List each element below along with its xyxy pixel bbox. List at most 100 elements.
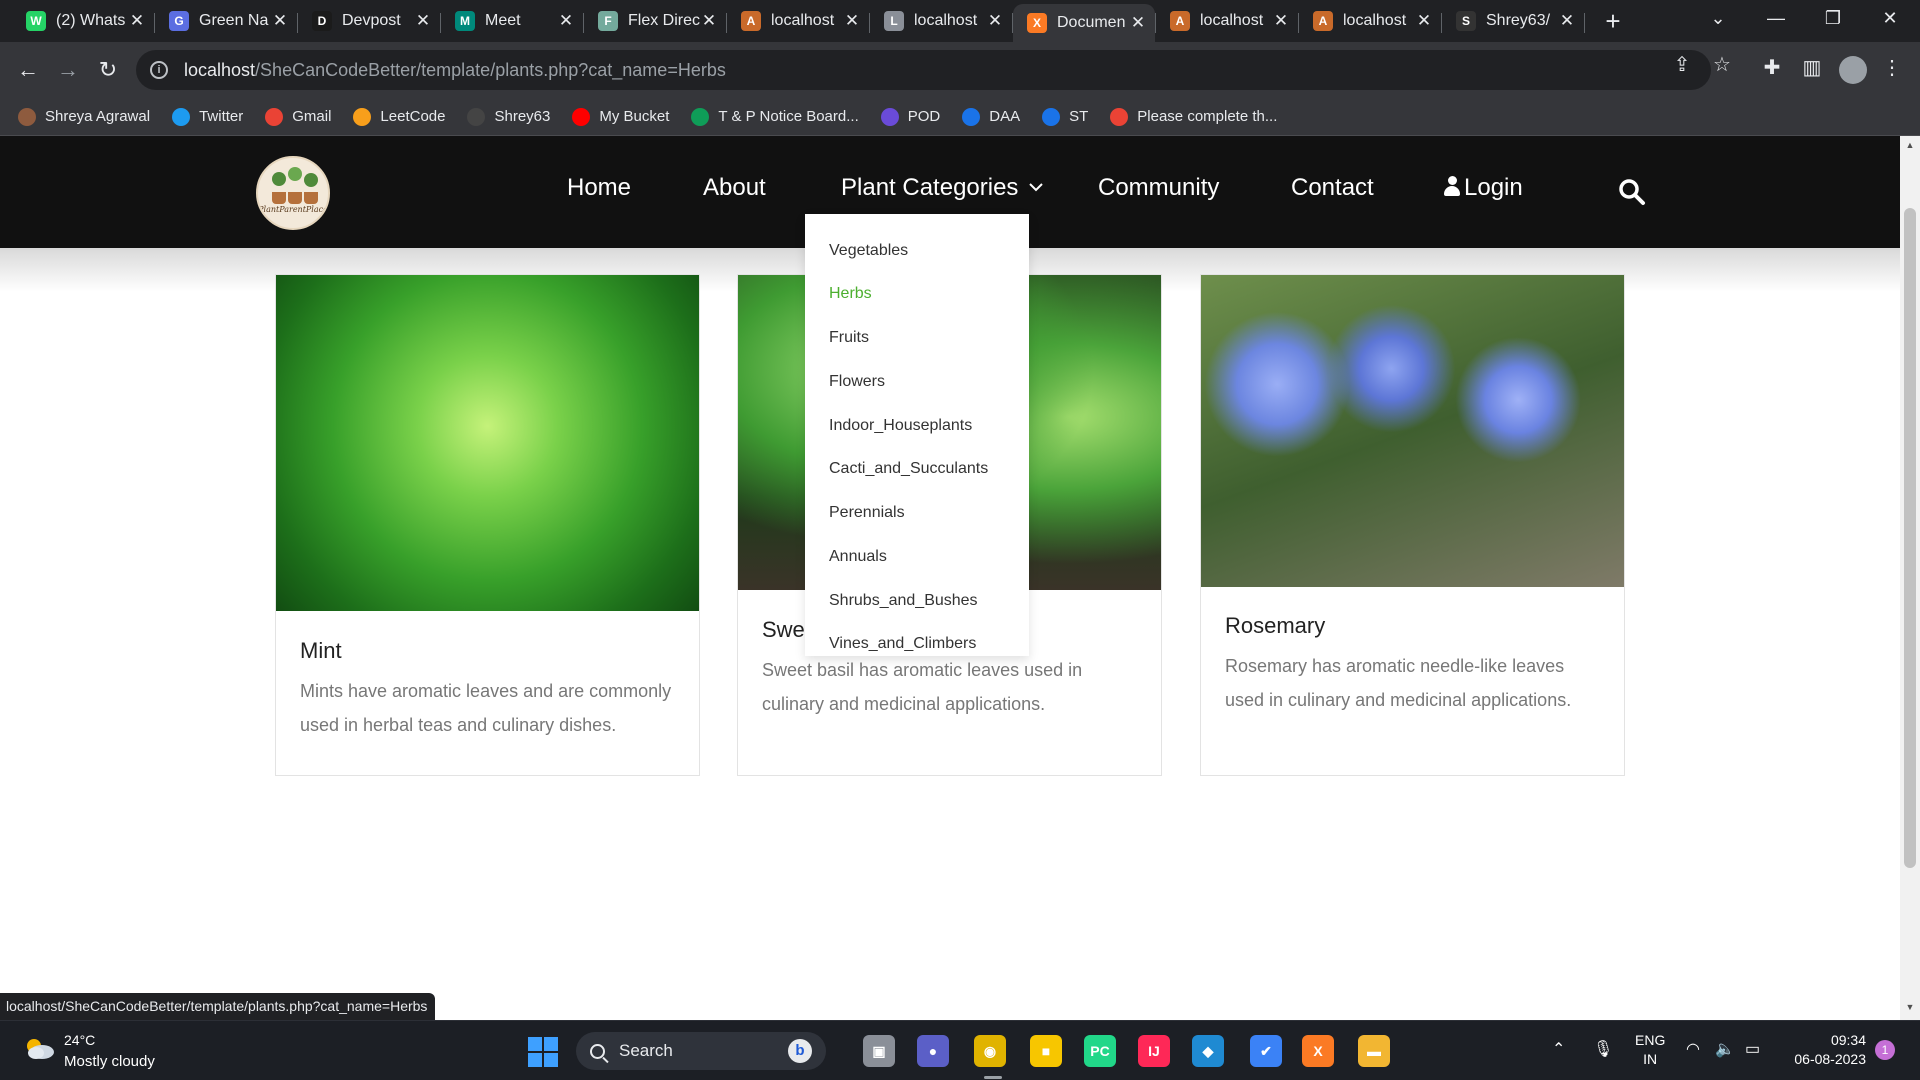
more-menu-icon[interactable]: ⋮	[1878, 55, 1906, 80]
weather-condition[interactable]: Mostly cloudy	[64, 1053, 155, 1070]
folder-icon[interactable]: ▬	[1358, 1035, 1390, 1067]
bookmark-item[interactable]: LeetCode	[353, 107, 445, 126]
browser-tab[interactable]: Alocalhost ✕	[1299, 4, 1442, 38]
dropdown-item-annuals[interactable]: Annuals	[829, 548, 887, 566]
site-info-icon[interactable]: i	[150, 61, 168, 79]
close-tab-icon[interactable]: ✕	[986, 11, 1004, 31]
windows-start-icon[interactable]	[528, 1037, 558, 1067]
nav-login[interactable]: Login	[1444, 174, 1523, 202]
tab-search-chevron-icon[interactable]: ⌄	[1703, 8, 1733, 29]
rosemary-image[interactable]	[1201, 275, 1624, 587]
bookmark-item[interactable]: Shreya Agrawal	[18, 107, 150, 126]
dropdown-item-perennials[interactable]: Perennials	[829, 504, 905, 522]
scroll-down-arrow-icon[interactable]: ▼	[1900, 1002, 1920, 1012]
show-hidden-icons-chevron-icon[interactable]: ⌃	[1552, 1039, 1565, 1059]
bookmark-star-icon[interactable]: ☆	[1708, 52, 1736, 77]
browser-tab[interactable]: Alocalhost ✕	[727, 4, 870, 38]
browser-tab[interactable]: F Flex Direc ✕	[584, 4, 727, 38]
browser-tab[interactable]: Alocalhost ✕	[1156, 4, 1299, 38]
close-tab-icon[interactable]: ✕	[1558, 11, 1576, 31]
restore-button[interactable]: ❐	[1818, 8, 1848, 29]
scroll-up-arrow-icon[interactable]: ▲	[1900, 140, 1920, 150]
dropdown-item-vines-and-climbers[interactable]: Vines_and_Climbers	[829, 635, 976, 653]
bookmark-item[interactable]: Twitter	[172, 107, 243, 126]
bookmark-item[interactable]: DAA	[962, 107, 1020, 126]
weather-temperature[interactable]: 24°C	[64, 1032, 95, 1048]
dropdown-item-cacti-and-succulants[interactable]: Cacti_and_Succulants	[829, 460, 988, 478]
system-clock[interactable]: 09:34 06-08-2023	[1786, 1031, 1866, 1069]
wifi-icon[interactable]: ◠	[1686, 1039, 1700, 1059]
browser-tab[interactable]: G Green Na ✕	[155, 4, 298, 38]
notification-badge[interactable]: 1	[1875, 1040, 1895, 1060]
address-bar[interactable]: i localhost/SheCanCodeBetter/template/pl…	[136, 50, 1711, 90]
bookmark-item[interactable]: My Bucket	[572, 107, 669, 126]
bookmark-item[interactable]: T & P Notice Board...	[691, 107, 859, 126]
nav-about[interactable]: About	[703, 174, 766, 202]
extensions-puzzle-icon[interactable]: ✚	[1758, 55, 1786, 80]
bing-icon[interactable]: b	[788, 1039, 812, 1063]
file-explorer-icon[interactable]: ▣	[863, 1035, 895, 1067]
close-tab-icon[interactable]: ✕	[700, 11, 718, 31]
close-tab-icon[interactable]: ✕	[128, 11, 146, 31]
bookmark-item[interactable]: POD	[880, 107, 940, 126]
browser-tab[interactable]: X Documen ✕	[1013, 4, 1156, 42]
browser-tab[interactable]: D Devpost ✕	[298, 4, 441, 38]
xampp-icon[interactable]: X	[1302, 1035, 1334, 1067]
back-arrow-icon[interactable]: ←	[12, 54, 44, 86]
share-icon[interactable]: ⇪	[1668, 52, 1696, 77]
todo-icon[interactable]: ✔	[1250, 1035, 1282, 1067]
side-panel-icon[interactable]: ▥	[1798, 55, 1826, 80]
dropdown-item-vegetables[interactable]: Vegetables	[829, 242, 908, 260]
profile-avatar[interactable]	[1839, 56, 1867, 84]
dropdown-item-fruits[interactable]: Fruits	[829, 329, 869, 347]
new-tab-button[interactable]: +	[1598, 6, 1628, 36]
language-indicator[interactable]: ENG IN	[1635, 1031, 1665, 1069]
search-icon[interactable]	[1618, 178, 1646, 206]
close-tab-icon[interactable]: ✕	[271, 11, 289, 31]
browser-tab[interactable]: M Meet ✕	[441, 4, 584, 38]
vscode-icon[interactable]: ◆	[1192, 1035, 1224, 1067]
dropdown-item-flowers[interactable]: Flowers	[829, 373, 885, 391]
nav-plant-categories[interactable]: Plant Categories	[841, 174, 1043, 202]
browser-tab[interactable]: W (2) Whats ✕	[12, 4, 155, 38]
plant-card-mint[interactable]: Mint Mints have aromatic leaves and are …	[275, 274, 700, 776]
close-tab-icon[interactable]: ✕	[414, 11, 432, 31]
browser-tab[interactable]: S Shrey63/ ✕	[1442, 4, 1585, 38]
sticky-notes-icon[interactable]: ■	[1030, 1035, 1062, 1067]
dropdown-item-shrubs-and-bushes[interactable]: Shrubs_and_Bushes	[829, 592, 978, 610]
reload-icon[interactable]: ↻	[92, 54, 124, 86]
page-scrollbar[interactable]: ▲ ▼	[1900, 136, 1920, 1020]
scrollbar-thumb[interactable]	[1904, 208, 1916, 868]
close-tab-icon[interactable]: ✕	[1415, 11, 1433, 31]
intellij-icon[interactable]: IJ	[1138, 1035, 1170, 1067]
close-window-button[interactable]: ✕	[1875, 8, 1905, 29]
address-url[interactable]: localhost/SheCanCodeBetter/template/plan…	[184, 60, 726, 81]
pycharm-icon[interactable]: PC	[1084, 1035, 1116, 1067]
chrome-icon[interactable]: ◉	[974, 1035, 1006, 1067]
site-logo[interactable]: PlantParentPlace	[256, 156, 330, 230]
bookmark-item[interactable]: Gmail	[265, 107, 331, 126]
dropdown-item-herbs[interactable]: Herbs	[829, 285, 872, 303]
volume-icon[interactable]: 🔈	[1715, 1039, 1735, 1059]
bookmark-item[interactable]: Shrey63	[467, 107, 550, 126]
close-tab-icon[interactable]: ✕	[843, 11, 861, 31]
dropdown-item-indoor-houseplants[interactable]: Indoor_Houseplants	[829, 417, 972, 435]
nav-home[interactable]: Home	[567, 174, 631, 202]
mint-image[interactable]	[276, 275, 699, 611]
browser-tab[interactable]: Llocalhost ✕	[870, 4, 1013, 38]
close-tab-icon[interactable]: ✕	[1272, 11, 1290, 31]
nav-contact[interactable]: Contact	[1291, 174, 1374, 202]
cloudy-weather-icon[interactable]	[22, 1036, 56, 1060]
nav-community[interactable]: Community	[1098, 174, 1219, 202]
battery-icon[interactable]: ▭	[1745, 1039, 1760, 1059]
teams-chat-icon[interactable]: ●	[917, 1035, 949, 1067]
close-tab-icon[interactable]: ✕	[557, 11, 575, 31]
minimize-button[interactable]: —	[1761, 8, 1791, 29]
close-tab-icon[interactable]: ✕	[1129, 13, 1147, 33]
taskbar-search[interactable]: Search b	[576, 1032, 826, 1070]
microphone-icon[interactable]: 🎙	[1593, 1039, 1613, 1059]
forward-arrow-icon[interactable]: →	[52, 54, 84, 86]
bookmark-item[interactable]: ST	[1042, 107, 1088, 126]
plant-card-rosemary[interactable]: Rosemary Rosemary has aromatic needle-li…	[1200, 274, 1625, 776]
bookmark-item[interactable]: Please complete th...	[1110, 107, 1277, 126]
